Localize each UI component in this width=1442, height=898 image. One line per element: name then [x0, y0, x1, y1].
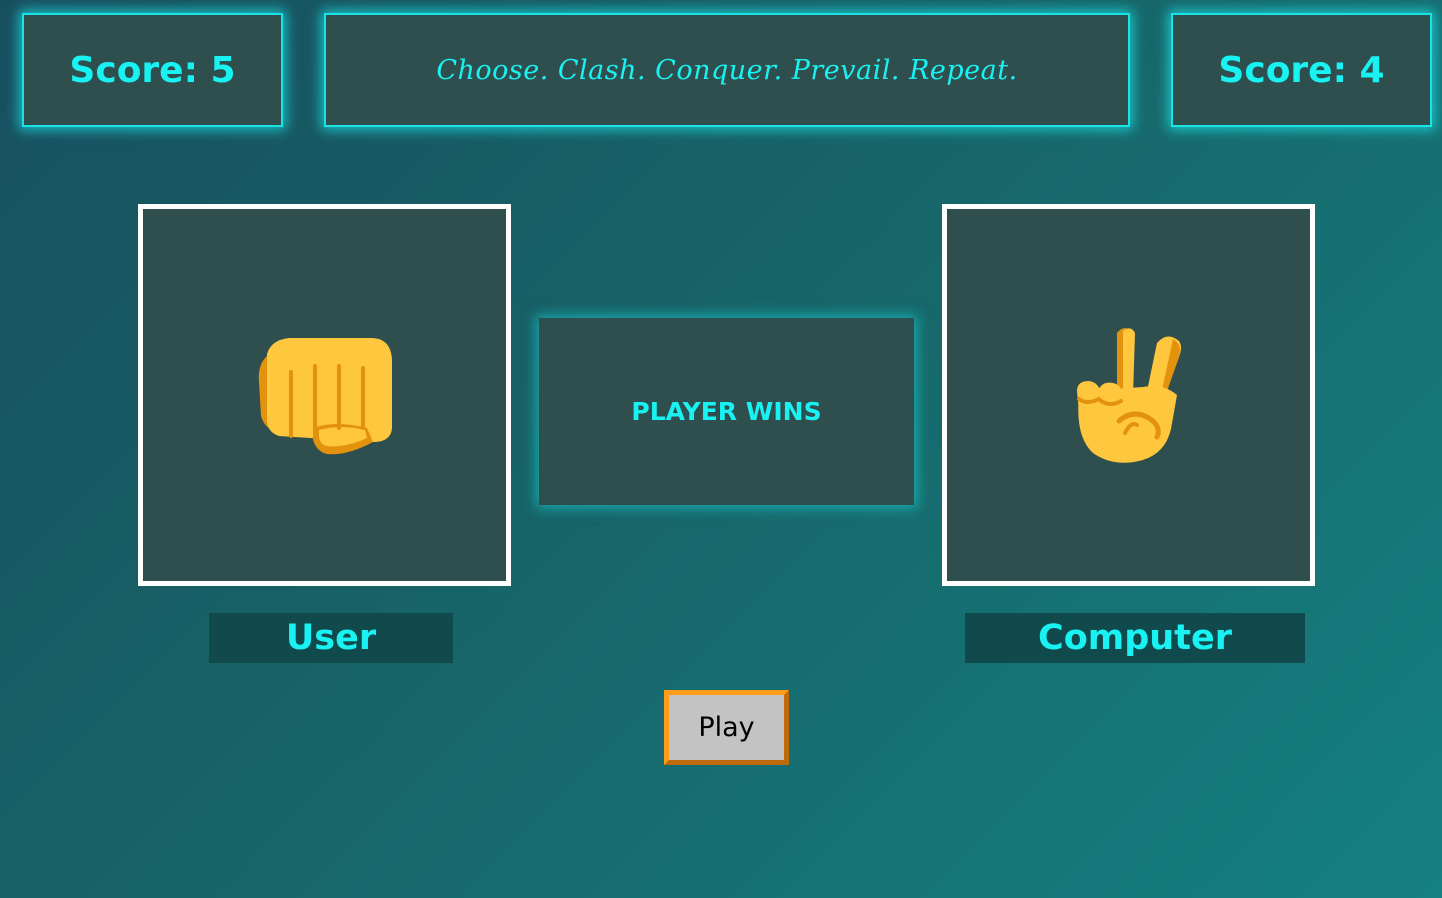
result-box: PLAYER WINS: [539, 318, 914, 505]
tagline-text: Choose. Clash. Conquer. Prevail. Repeat.: [436, 54, 1018, 86]
computer-choice-box: [942, 204, 1315, 586]
play-button[interactable]: Play: [664, 690, 789, 765]
fist-icon: [255, 332, 395, 458]
user-choice-box: [138, 204, 511, 586]
result-text: PLAYER WINS: [631, 397, 822, 426]
tagline-banner: Choose. Clash. Conquer. Prevail. Repeat.: [324, 13, 1130, 127]
user-label: User: [209, 613, 453, 663]
computer-label: Computer: [965, 613, 1305, 663]
computer-score: Score: 4: [1171, 13, 1432, 127]
user-score: Score: 5: [22, 13, 283, 127]
victory-hand-icon: [1073, 325, 1185, 465]
